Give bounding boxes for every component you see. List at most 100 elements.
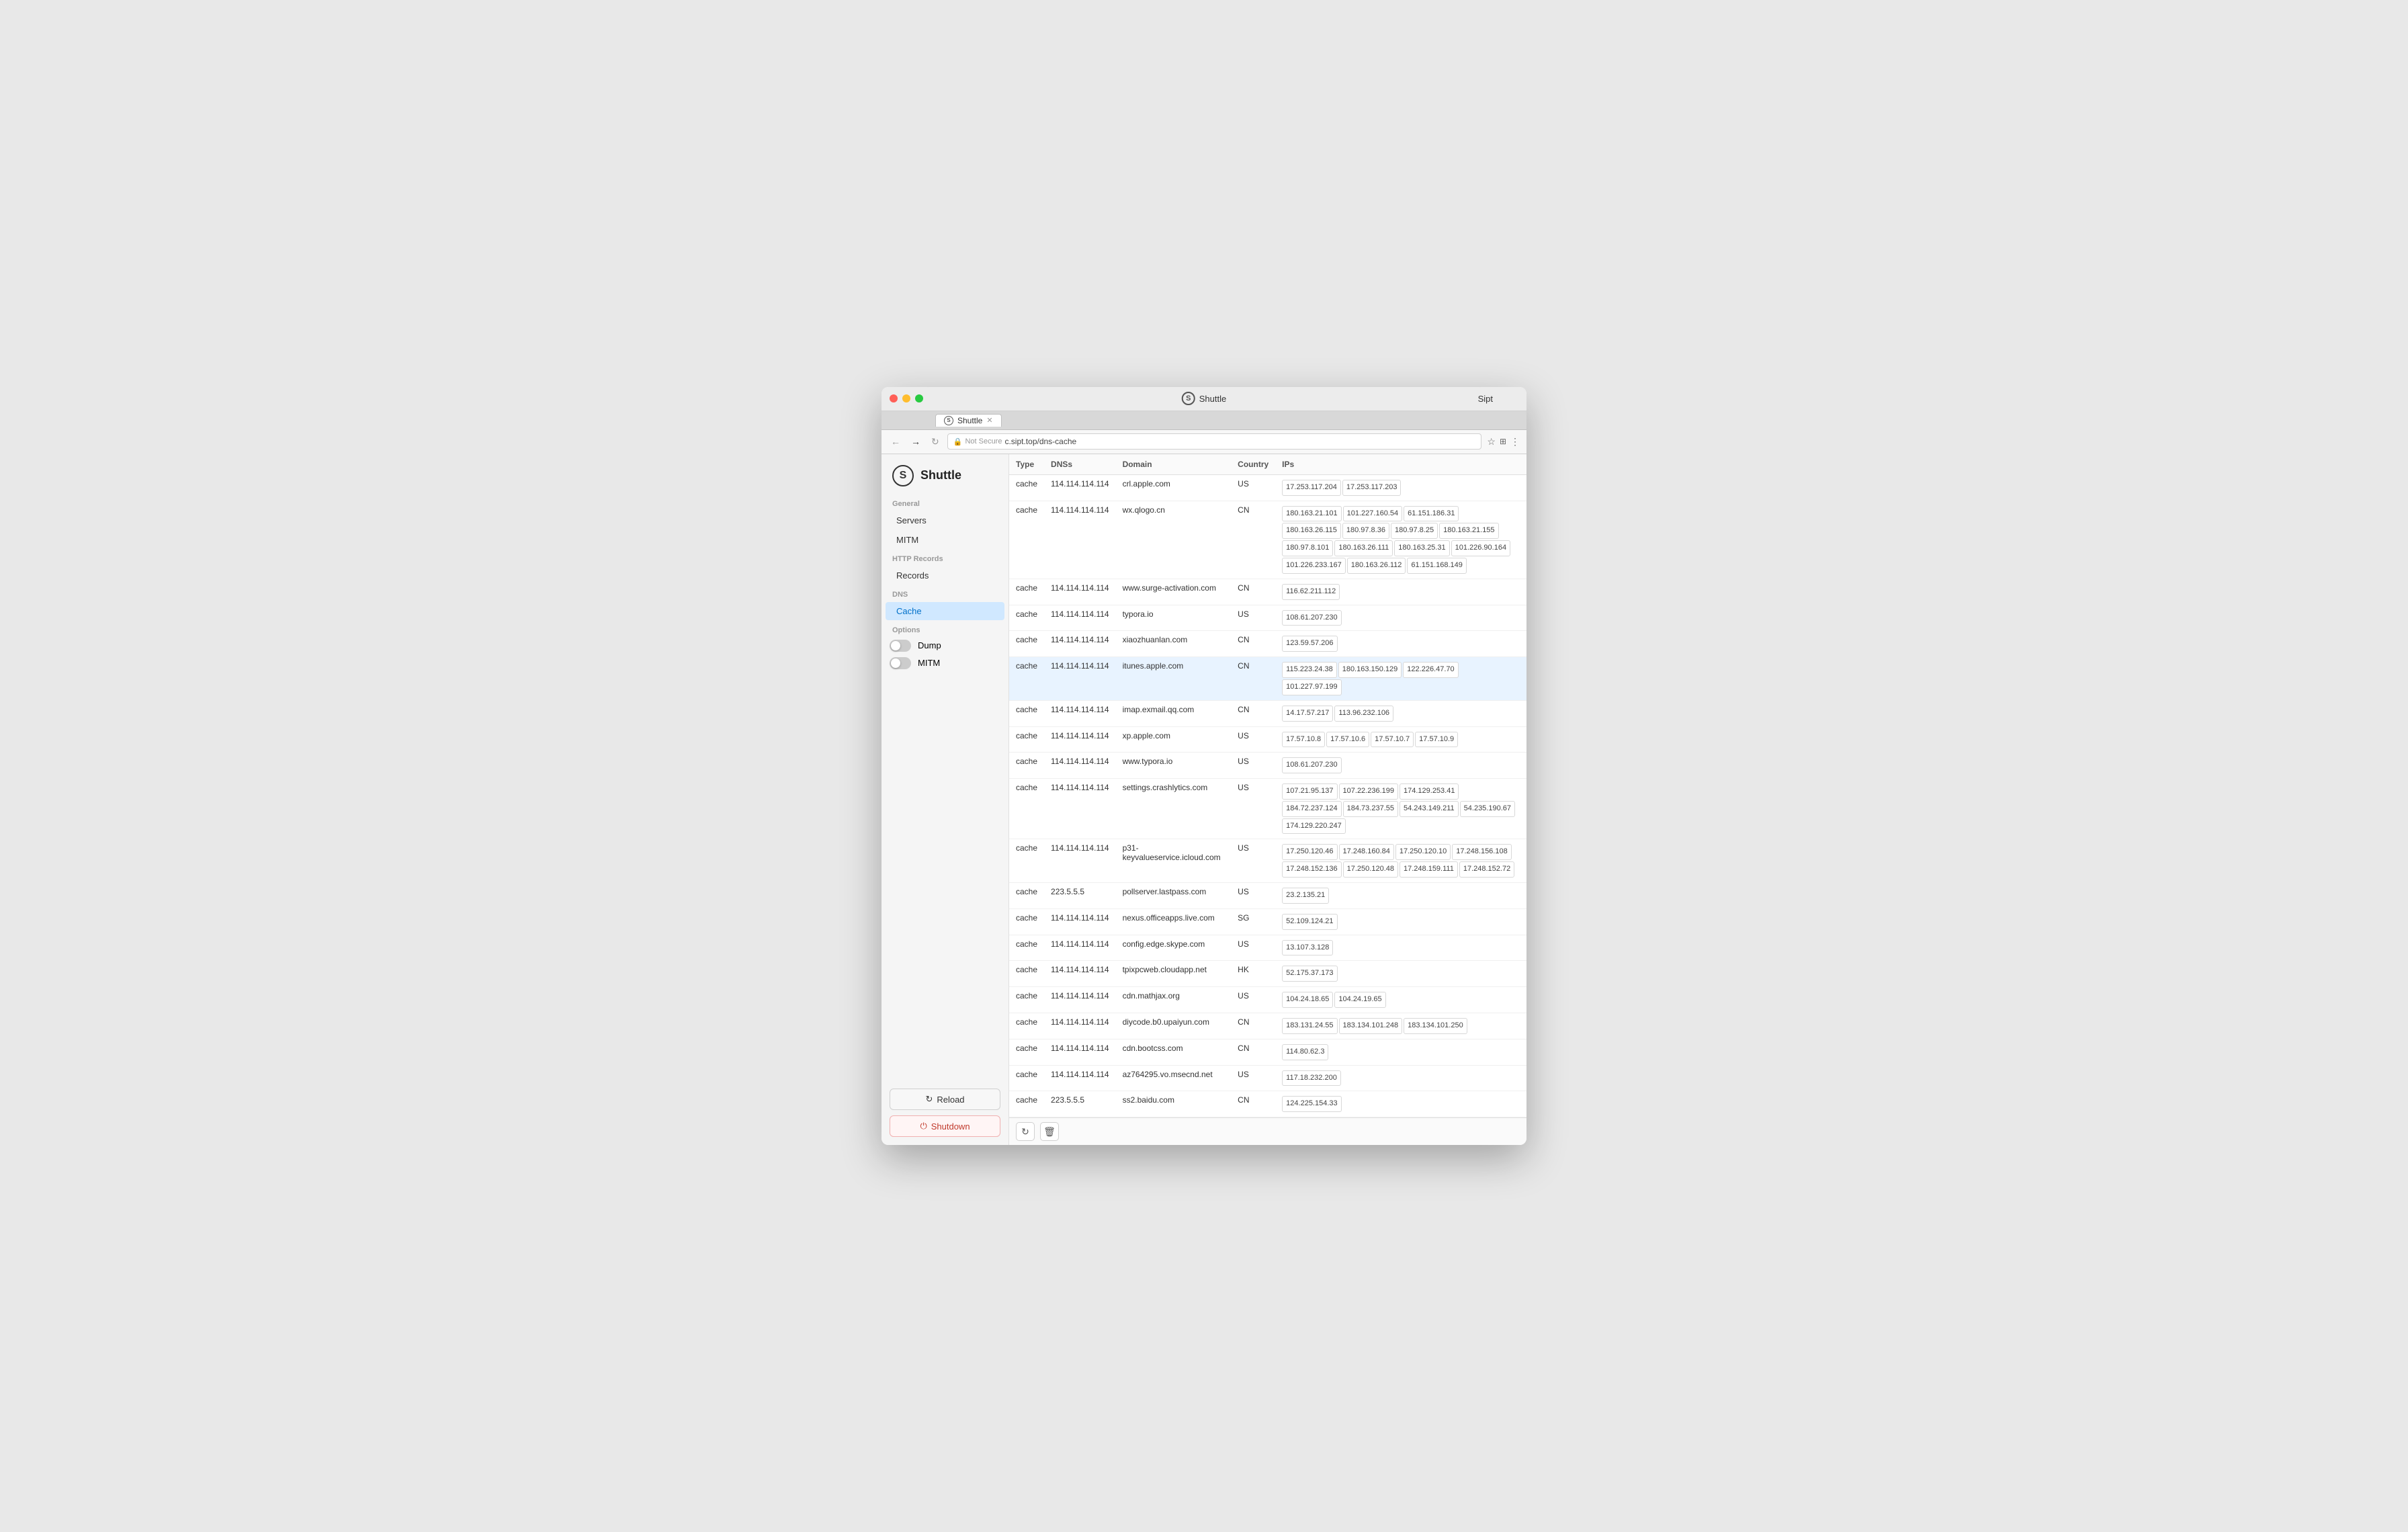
cell-country: CN: [1231, 1013, 1275, 1039]
cell-dns: 114.114.114.114: [1044, 908, 1116, 935]
reload-button[interactable]: ↻: [929, 435, 942, 449]
ip-badge: 17.248.160.84: [1339, 844, 1394, 860]
delete-button[interactable]: 🗑: [1040, 1122, 1059, 1141]
table-row[interactable]: cache114.114.114.114diycode.b0.upaiyun.c…: [1009, 1013, 1526, 1039]
cell-type: cache: [1009, 501, 1044, 579]
col-country: Country: [1231, 454, 1275, 475]
sidebar-item-cache[interactable]: Cache: [886, 602, 1004, 620]
ip-badge: 101.227.97.199: [1282, 679, 1341, 695]
table-row[interactable]: cache114.114.114.114az764295.vo.msecnd.n…: [1009, 1065, 1526, 1091]
ip-badge: 107.21.95.137: [1282, 783, 1337, 800]
cell-ips: 124.225.154.33: [1275, 1091, 1526, 1117]
cell-ips: 14.17.57.217113.96.232.106: [1275, 700, 1526, 726]
tab-favicon: S: [944, 416, 953, 425]
table-row[interactable]: cache114.114.114.114tpixpcweb.cloudapp.n…: [1009, 961, 1526, 987]
option-mitm: MITM: [882, 654, 1008, 672]
table-row[interactable]: cache114.114.114.114xiaozhuanlan.comCN12…: [1009, 631, 1526, 657]
cell-type: cache: [1009, 605, 1044, 631]
extensions-icon[interactable]: ⊞: [1500, 437, 1506, 446]
shutdown-button[interactable]: ⏻ Shutdown: [890, 1115, 1000, 1137]
ip-badge: 180.163.26.112: [1347, 558, 1406, 574]
refresh-button[interactable]: ↻: [1016, 1122, 1035, 1141]
star-icon[interactable]: ☆: [1487, 436, 1496, 448]
not-secure-label: Not Secure: [965, 437, 1002, 445]
cell-ips: 52.109.124.21: [1275, 908, 1526, 935]
cell-domain: pollserver.lastpass.com: [1116, 883, 1232, 909]
table-row[interactable]: cache114.114.114.114crl.apple.comUS17.25…: [1009, 474, 1526, 501]
table-row[interactable]: cache114.114.114.114itunes.apple.comCN11…: [1009, 657, 1526, 701]
ip-badge: 52.109.124.21: [1282, 914, 1337, 930]
table-row[interactable]: cache114.114.114.114www.typora.ioUS108.6…: [1009, 753, 1526, 779]
dump-toggle[interactable]: [890, 640, 911, 652]
url-bar[interactable]: 🔒 Not Secure c.sipt.top/dns-cache: [947, 433, 1482, 450]
table-row[interactable]: cache114.114.114.114xp.apple.comUS17.57.…: [1009, 726, 1526, 753]
ip-badge: 108.61.207.230: [1282, 757, 1341, 773]
cell-domain: imap.exmail.qq.com: [1116, 700, 1232, 726]
sidebar-item-mitm[interactable]: MITM: [886, 531, 1004, 549]
tab-bar: S Shuttle ✕: [882, 411, 1526, 430]
cell-country: US: [1231, 779, 1275, 839]
app-logo: S: [892, 465, 914, 486]
mitm-toggle[interactable]: [890, 657, 911, 669]
ip-badge: 17.248.152.72: [1459, 861, 1514, 878]
cell-dns: 114.114.114.114: [1044, 726, 1116, 753]
table-row[interactable]: cache114.114.114.114config.edge.skype.co…: [1009, 935, 1526, 961]
reload-button-sidebar[interactable]: ↻ Reload: [890, 1089, 1000, 1110]
cell-domain: wx.qlogo.cn: [1116, 501, 1232, 579]
cell-country: CN: [1231, 657, 1275, 701]
sidebar-item-records[interactable]: Records: [886, 566, 1004, 585]
table-row[interactable]: cache223.5.5.5pollserver.lastpass.comUS2…: [1009, 883, 1526, 909]
ip-badge: 113.96.232.106: [1334, 706, 1393, 722]
ip-badge: 180.163.21.155: [1439, 523, 1498, 539]
table-row[interactable]: cache114.114.114.114typora.ioUS108.61.20…: [1009, 605, 1526, 631]
ip-badge: 104.24.18.65: [1282, 992, 1333, 1008]
cell-domain: cdn.mathjax.org: [1116, 987, 1232, 1013]
cell-ips: 108.61.207.230: [1275, 753, 1526, 779]
sidebar-item-servers[interactable]: Servers: [886, 511, 1004, 529]
ip-badge: 180.163.26.115: [1282, 523, 1341, 539]
more-icon[interactable]: ⋮: [1510, 436, 1520, 448]
cell-dns: 114.114.114.114: [1044, 753, 1116, 779]
cell-dns: 223.5.5.5: [1044, 883, 1116, 909]
ip-badge: 180.97.8.101: [1282, 540, 1333, 556]
table-row[interactable]: cache223.5.5.5ss2.baidu.comCN124.225.154…: [1009, 1091, 1526, 1117]
shuttle-icon: S: [1182, 392, 1195, 405]
cell-dns: 114.114.114.114: [1044, 657, 1116, 701]
table-row[interactable]: cache114.114.114.114settings.crashlytics…: [1009, 779, 1526, 839]
back-button[interactable]: ←: [888, 435, 903, 448]
ip-badge: 17.57.10.9: [1415, 732, 1458, 748]
forward-button[interactable]: →: [908, 435, 923, 448]
cell-type: cache: [1009, 631, 1044, 657]
table-row[interactable]: cache114.114.114.114p31-keyvalueservice.…: [1009, 839, 1526, 883]
cell-dns: 223.5.5.5: [1044, 1091, 1116, 1117]
cell-ips: 13.107.3.128: [1275, 935, 1526, 961]
cell-ips: 52.175.37.173: [1275, 961, 1526, 987]
cell-type: cache: [1009, 474, 1044, 501]
tab-close-button[interactable]: ✕: [986, 416, 992, 425]
table-row[interactable]: cache114.114.114.114nexus.officeapps.liv…: [1009, 908, 1526, 935]
table-header-row: Type DNSs Domain Country IPs: [1009, 454, 1526, 475]
close-button[interactable]: [890, 394, 898, 402]
sidebar: S Shuttle General Servers MITM HTTP Reco…: [882, 454, 1009, 1146]
section-http-records: HTTP Records: [882, 550, 1008, 566]
tab-item[interactable]: S Shuttle ✕: [935, 414, 1002, 427]
ip-badge: 17.248.159.111: [1400, 861, 1458, 878]
app-window: S Shuttle Sipt S Shuttle ✕ ← → ↻ 🔒 Not S…: [882, 387, 1526, 1146]
table-row[interactable]: cache114.114.114.114cdn.mathjax.orgUS104…: [1009, 987, 1526, 1013]
ip-badge: 174.129.220.247: [1282, 818, 1346, 835]
cell-country: US: [1231, 605, 1275, 631]
table-row[interactable]: cache114.114.114.114www.surge-activation…: [1009, 579, 1526, 605]
table-row[interactable]: cache114.114.114.114wx.qlogo.cnCN180.163…: [1009, 501, 1526, 579]
table-row[interactable]: cache114.114.114.114imap.exmail.qq.comCN…: [1009, 700, 1526, 726]
cell-type: cache: [1009, 1065, 1044, 1091]
cell-dns: 114.114.114.114: [1044, 605, 1116, 631]
minimize-button[interactable]: [902, 394, 910, 402]
table-wrapper[interactable]: Type DNSs Domain Country IPs cache114.11…: [1009, 454, 1526, 1118]
cell-dns: 114.114.114.114: [1044, 631, 1116, 657]
ip-badge: 14.17.57.217: [1282, 706, 1333, 722]
fullscreen-button[interactable]: [915, 394, 923, 402]
cell-dns: 114.114.114.114: [1044, 839, 1116, 883]
cell-ips: 17.57.10.817.57.10.617.57.10.717.57.10.9: [1275, 726, 1526, 753]
ip-badge: 123.59.57.206: [1282, 636, 1337, 652]
table-row[interactable]: cache114.114.114.114cdn.bootcss.comCN114…: [1009, 1039, 1526, 1065]
